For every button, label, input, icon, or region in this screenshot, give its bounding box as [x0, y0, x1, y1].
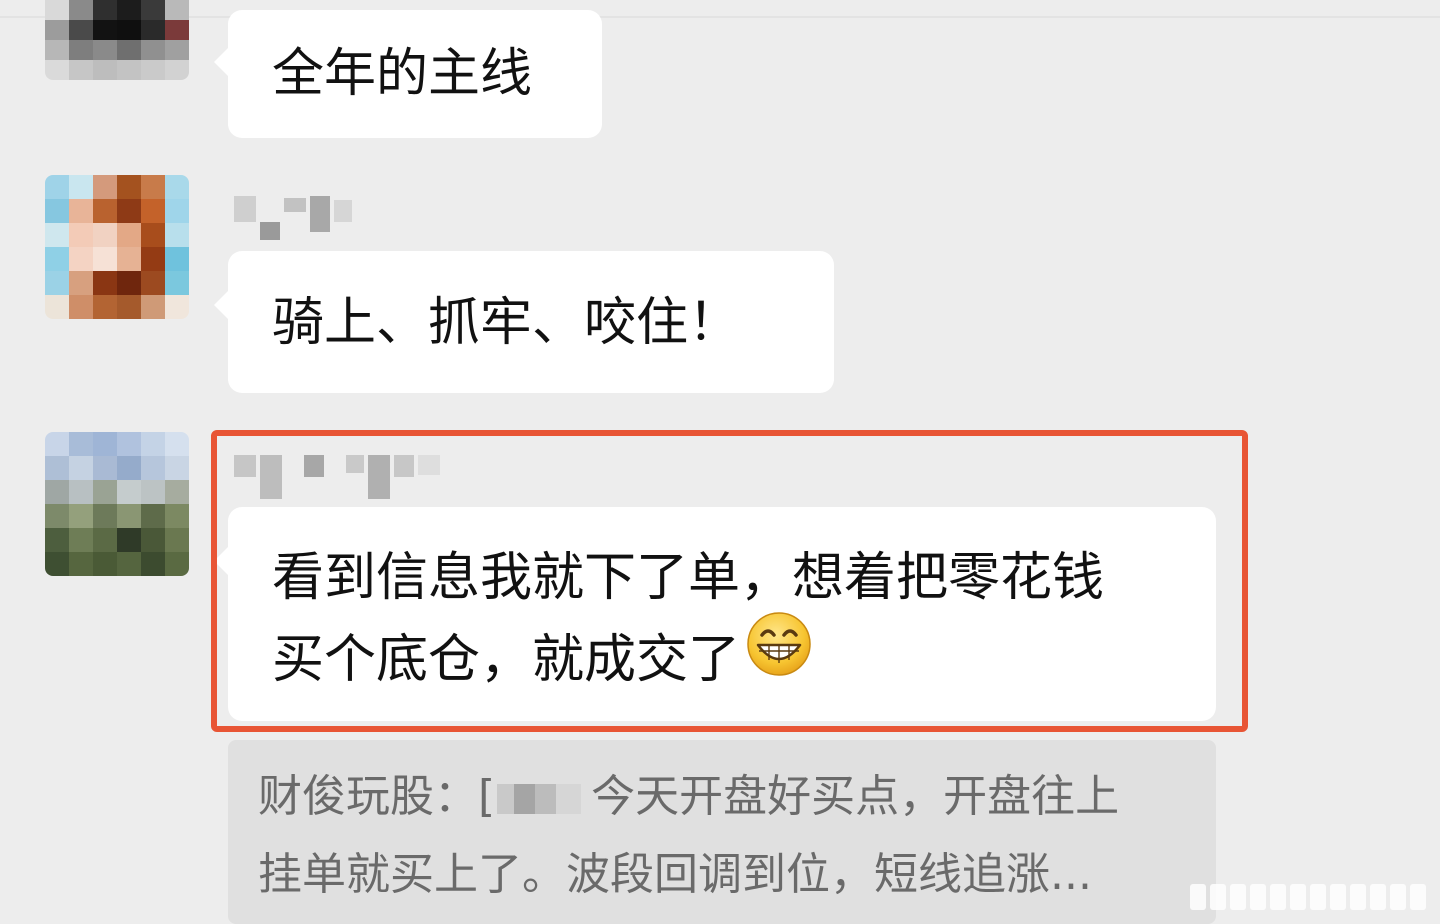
message-bubble[interactable]: 全年的主线: [214, 10, 602, 138]
avatar[interactable]: [45, 0, 189, 80]
top-divider: [0, 16, 1440, 18]
avatar[interactable]: [45, 432, 189, 576]
quoted-message[interactable]: 财俊玩股：[ 今天开盘好买点，开盘往上 挂单就买上了。波段回调到位，短线追涨...: [228, 740, 1216, 924]
avatar[interactable]: [45, 175, 189, 319]
quote-line: 财俊玩股：[ 今天开盘好买点，开盘往上: [258, 758, 1216, 836]
quote-text: 挂单就买上了。波段回调到位，短线追涨...: [258, 849, 1092, 900]
redacted-text: [497, 784, 582, 814]
quote-prefix: 财俊玩股：[: [258, 771, 496, 822]
message-text: 骑上、抓牢、咬住！: [272, 293, 741, 353]
highlight-frame: [211, 430, 1248, 732]
sender-name: [234, 196, 352, 240]
quote-text: 今天开盘好买点，开盘往上: [591, 771, 1120, 822]
message-text: 全年的主线: [272, 44, 533, 104]
message-bubble[interactable]: 骑上、抓牢、咬住！: [214, 251, 834, 393]
watermark: [1190, 884, 1426, 910]
